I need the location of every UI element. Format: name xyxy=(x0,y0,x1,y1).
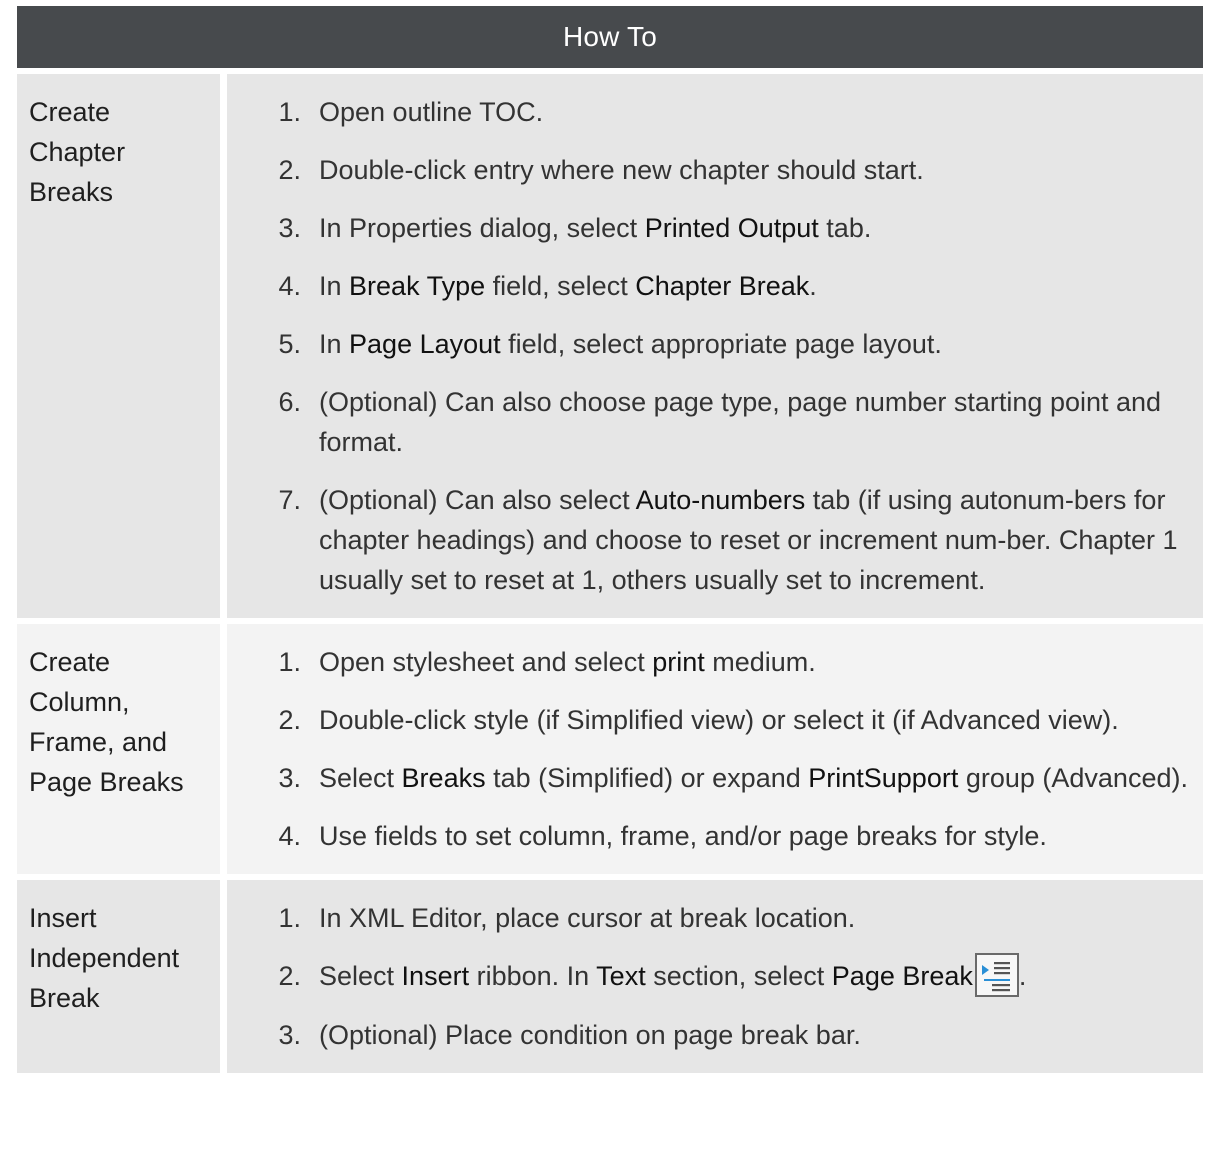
ui-term-printed-output: Printed Output xyxy=(644,213,819,243)
step-text: Open outline TOC. xyxy=(319,92,1189,132)
step-text-part: Open stylesheet and select xyxy=(319,647,653,677)
step-text: In XML Editor, place cursor at break loc… xyxy=(319,898,1189,938)
step-item: 4. Use fields to set column, frame, and/… xyxy=(227,816,1189,856)
step-text: Double-click entry where new chapter sho… xyxy=(319,150,1189,190)
step-text-part: tab (Simplified) or expand xyxy=(485,763,809,793)
step-text-part: Use fields to set column, frame, and/or … xyxy=(319,821,1047,851)
step-item: 6. (Optional) Can also choose page type,… xyxy=(227,382,1189,462)
step-text-part: field, select appropriate page layout. xyxy=(500,329,942,359)
step-text-part: (Optional) Can also choose page type, pa… xyxy=(319,387,1162,457)
step-text-part: In xyxy=(319,329,350,359)
ui-term-printsupport: PrintSupport xyxy=(808,763,959,793)
step-text: Open stylesheet and select print medium. xyxy=(319,642,1189,682)
step-number: 3. xyxy=(278,1019,301,1050)
step-item: 1. Open stylesheet and select print medi… xyxy=(227,642,1189,682)
step-text-part: tab. xyxy=(818,213,872,243)
step-text-part: . xyxy=(1018,961,1027,991)
step-number: 6. xyxy=(278,387,301,417)
step-list: 1. Open outline TOC. 2. Double-click ent… xyxy=(227,92,1189,600)
step-text-part: Double-click style (if Simplified view) … xyxy=(319,705,1119,735)
step-item: 3. (Optional) Place condition on page br… xyxy=(227,1015,1189,1055)
step-item: 2. Double-click entry where new chapter … xyxy=(227,150,1189,190)
step-number: 3. xyxy=(278,763,301,793)
step-number: 2. xyxy=(278,705,301,735)
step-text: Select Breaks tab (Simplified) or expand… xyxy=(319,758,1189,798)
step-list: 1. Open stylesheet and select print medi… xyxy=(227,642,1189,856)
step-list: 1. In XML Editor, place cursor at break … xyxy=(227,898,1189,1055)
ui-term-break-type: Break Type xyxy=(349,271,486,301)
ui-term-page-layout: Page Layout xyxy=(349,329,501,359)
step-text-part: field, select xyxy=(485,271,636,301)
step-item: 5. In Page Layout field, select appropri… xyxy=(227,324,1189,364)
page-break-icon xyxy=(974,952,1019,997)
step-text-part: group (Advanced). xyxy=(958,763,1188,793)
step-text-part: In XML Editor, place cursor at break loc… xyxy=(319,903,856,933)
table-header: How To xyxy=(17,6,1203,68)
row-label: Create Column, Frame, and Page Breaks xyxy=(17,624,220,874)
ui-term-insert: Insert xyxy=(401,961,470,991)
ui-term-print: print xyxy=(652,647,705,677)
ui-term-auto-numbers: Auto-numbers xyxy=(635,485,806,515)
step-text-part: . xyxy=(809,271,817,301)
step-number: 5. xyxy=(278,329,301,359)
how-to-table: How To Create Chapter Breaks 1. Open out… xyxy=(17,6,1203,1073)
ui-term-breaks: Breaks xyxy=(401,763,486,793)
step-number: 1. xyxy=(278,903,301,933)
step-text: In Properties dialog, select Printed Out… xyxy=(319,208,1189,248)
step-item: 1. Open outline TOC. xyxy=(227,92,1189,132)
step-text-part: Open outline TOC. xyxy=(319,97,544,127)
step-text-part: (Optional) Place condition on page break… xyxy=(319,1019,861,1050)
step-item: 2. Select Insert ribbon. In Text section… xyxy=(227,952,1189,997)
table-row-column-frame-page-breaks: Create Column, Frame, and Page Breaks 1.… xyxy=(17,624,1203,874)
step-text-part: Double-click entry where new chapter sho… xyxy=(319,155,924,185)
header-title: How To xyxy=(562,21,658,52)
column-divider xyxy=(220,880,227,1073)
column-divider xyxy=(220,74,227,618)
ui-term-page-break: Page Break xyxy=(831,961,973,991)
step-number: 1. xyxy=(278,647,301,677)
step-text-part: (Optional) Can also select xyxy=(319,485,636,515)
step-text-part: In Properties dialog, select xyxy=(319,213,645,243)
step-number: 1. xyxy=(278,97,301,127)
step-item: 3. Select Breaks tab (Simplified) or exp… xyxy=(227,758,1189,798)
step-item: 1. In XML Editor, place cursor at break … xyxy=(227,898,1189,938)
row-label: Insert Independent Break xyxy=(17,880,220,1073)
step-number: 3. xyxy=(278,213,301,243)
ui-term-chapter-break: Chapter Break xyxy=(635,271,810,301)
step-text: (Optional) Can also select Auto-numbers … xyxy=(319,480,1189,600)
step-text-part: medium. xyxy=(704,647,816,677)
column-divider xyxy=(220,624,227,874)
step-text-part: In xyxy=(319,271,350,301)
step-text: In Break Type field, select Chapter Brea… xyxy=(319,266,1189,306)
ui-term-text: Text xyxy=(596,961,646,991)
step-item: 2. Double-click style (if Simplified vie… xyxy=(227,700,1189,740)
step-text: Select Insert ribbon. In Text section, s… xyxy=(319,952,1189,997)
step-text: In Page Layout field, select appropriate… xyxy=(319,324,1189,364)
step-text: (Optional) Can also choose page type, pa… xyxy=(319,382,1189,462)
step-text-part: Select xyxy=(319,763,402,793)
row-label: Create Chapter Breaks xyxy=(17,74,220,618)
step-item: 3. In Properties dialog, select Printed … xyxy=(227,208,1189,248)
step-number: 4. xyxy=(278,271,301,301)
step-number: 4. xyxy=(278,821,301,851)
step-item: 4. In Break Type field, select Chapter B… xyxy=(227,266,1189,306)
step-number: 2. xyxy=(278,155,301,185)
step-number: 7. xyxy=(278,485,301,515)
step-item: 7. (Optional) Can also select Auto-numbe… xyxy=(227,480,1189,600)
step-number: 2. xyxy=(278,961,301,991)
row-steps: 1. Open outline TOC. 2. Double-click ent… xyxy=(227,74,1203,618)
table-row-chapter-breaks: Create Chapter Breaks 1. Open outline TO… xyxy=(17,74,1203,618)
step-text-part: section, select xyxy=(645,961,832,991)
step-text: Double-click style (if Simplified view) … xyxy=(319,700,1189,740)
step-text-part: Select xyxy=(319,961,402,991)
row-steps: 1. Open stylesheet and select print medi… xyxy=(227,624,1203,874)
step-text-part: ribbon. In xyxy=(469,961,597,991)
row-steps: 1. In XML Editor, place cursor at break … xyxy=(227,880,1203,1073)
step-text: Use fields to set column, frame, and/or … xyxy=(319,816,1189,856)
table-row-independent-break: Insert Independent Break 1. In XML Edito… xyxy=(17,880,1203,1073)
step-text: (Optional) Place condition on page break… xyxy=(319,1015,1189,1055)
